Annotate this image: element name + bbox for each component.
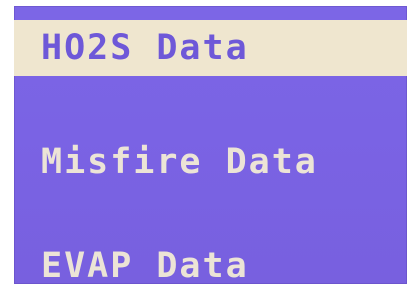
menu-item-evap-data[interactable]: EVAP Data xyxy=(14,240,407,284)
menu-item-misfire-data[interactable]: Misfire Data xyxy=(14,133,407,191)
menu-item-ho2s-data[interactable]: HO2S Data xyxy=(14,20,407,76)
menu-item-label: Misfire Data xyxy=(41,141,318,182)
menu-item-label: EVAP Data xyxy=(41,245,249,284)
menu-item-label: HO2S Data xyxy=(41,27,249,68)
scan-tool-screen: HO2S Data Misfire Data EVAP Data xyxy=(14,6,407,284)
